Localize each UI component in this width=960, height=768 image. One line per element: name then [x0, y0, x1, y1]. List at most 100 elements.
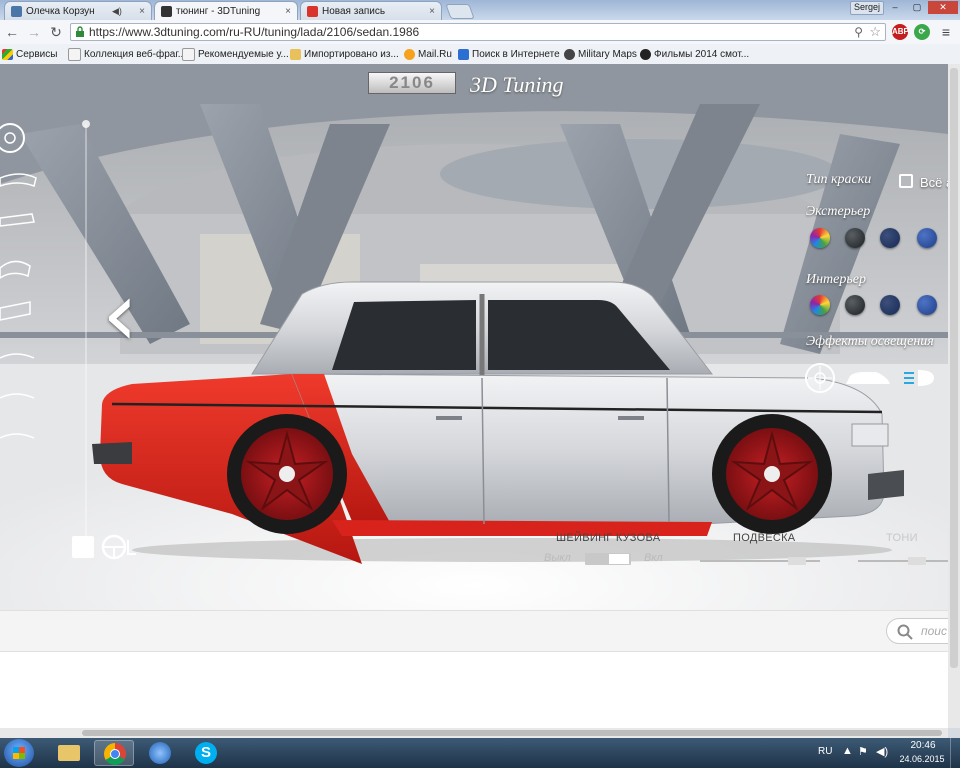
clock-date[interactable]: 24.06.2015: [898, 754, 946, 764]
interior-swatch-navy[interactable]: [880, 295, 900, 315]
tab-olechka[interactable]: Олечка Корзун ◀) ×: [4, 1, 152, 20]
shaving-on-label: Вкл: [644, 552, 663, 564]
profile-name[interactable]: Sergej: [850, 1, 885, 15]
steering-wheel-icon[interactable]: [100, 534, 140, 560]
bookmark-recommended[interactable]: Рекомендуемые у...: [182, 47, 289, 61]
address-bar[interactable]: https://www.3dtuning.com/ru-RU/tuning/la…: [70, 23, 886, 41]
horizontal-scrollbar[interactable]: [0, 728, 948, 738]
adblock-badge: ABP: [892, 27, 909, 36]
page-icon: [182, 47, 195, 61]
adblock-icon[interactable]: ABP: [892, 24, 909, 40]
tab-label: Олечка Корзун: [26, 5, 95, 17]
bookmark-films[interactable]: Фильмы 2014 смот...: [640, 47, 749, 61]
bookmark-star-icon[interactable]: ☆: [869, 24, 881, 40]
post-favicon-icon: [307, 5, 318, 17]
reload-icon[interactable]: ↻: [48, 24, 64, 40]
windows-taskbar: S RU ▲ ⚑ ◀) 20:46 24.06.2015: [0, 738, 960, 768]
close-window-icon[interactable]: ✕: [928, 1, 958, 14]
flag-icon[interactable]: ⚑: [858, 745, 868, 758]
search-icon: [897, 624, 913, 640]
bookmark-imported[interactable]: Импортировано из...: [290, 47, 399, 61]
media-player-taskbar-button[interactable]: [140, 740, 180, 766]
all-checkbox[interactable]: [899, 174, 913, 188]
rim-light-icon[interactable]: [805, 363, 835, 393]
horizontal-scroll-thumb[interactable]: [82, 730, 942, 736]
interior-swatch-blue[interactable]: [917, 295, 937, 315]
lighting-effects-label: Эффекты освещения: [806, 334, 934, 349]
audio-icon: ◀): [111, 5, 122, 16]
volume-icon[interactable]: ◀): [876, 745, 888, 758]
lighting-controls: [805, 363, 934, 393]
tray-expand-icon[interactable]: ▲: [842, 745, 853, 757]
suspension-slider-knob[interactable]: [788, 557, 806, 565]
all-checkbox-label: Всё а: [920, 175, 948, 190]
bookmark-label: Mail.Ru: [418, 48, 452, 60]
exterior-swatch-navy[interactable]: [880, 228, 900, 248]
bumper-part-icon[interactable]: [0, 173, 37, 187]
close-tab-icon[interactable]: ×: [285, 6, 291, 17]
new-tab-button[interactable]: [445, 4, 475, 19]
tint-slider[interactable]: [858, 557, 948, 565]
car-light-icon[interactable]: [846, 372, 890, 384]
chrome-icon: [104, 743, 126, 765]
exterior-swatch-black[interactable]: [845, 228, 865, 248]
spoiler-part-icon[interactable]: [0, 213, 35, 227]
shaving-toggle[interactable]: [585, 553, 631, 565]
camera-view-button[interactable]: [72, 536, 94, 558]
start-button[interactable]: [4, 739, 34, 767]
page-footer-bar: поис: [0, 610, 948, 652]
extension-icon[interactable]: ⟳: [914, 24, 930, 40]
grille-part-icon[interactable]: [0, 301, 31, 321]
wheel-part-icon[interactable]: [0, 123, 25, 153]
menu-icon[interactable]: ≡: [938, 24, 954, 40]
media-player-icon: [149, 742, 171, 764]
clock-time[interactable]: 20:46: [904, 740, 942, 751]
bookmark-label: Поиск в Интернете: [472, 48, 560, 60]
search-placeholder: поис: [921, 624, 947, 638]
folder-icon: [58, 745, 80, 761]
vertical-scroll-thumb[interactable]: [950, 68, 958, 668]
exterior-swatch-blue[interactable]: [917, 228, 937, 248]
bookmark-webslices[interactable]: Коллекция веб-фраг...: [68, 47, 186, 61]
bookmark-label: Фильмы 2014 смот...: [654, 48, 750, 60]
tab-3dtuning[interactable]: тюнинг - 3DTuning ×: [154, 1, 298, 20]
mailru-icon: [404, 48, 415, 60]
show-desktop-button[interactable]: [950, 738, 960, 768]
car-model: [92, 281, 904, 564]
folder-icon: [290, 48, 301, 60]
browser-tab-strip: Олечка Корзун ◀) × тюнинг - 3DTuning × Н…: [0, 0, 960, 20]
forward-icon[interactable]: →: [26, 24, 42, 40]
suspension-slider[interactable]: [700, 557, 820, 565]
maximize-icon[interactable]: ▢: [906, 1, 928, 14]
skype-taskbar-button[interactable]: S: [186, 740, 226, 766]
mirror-part-icon[interactable]: [0, 433, 35, 439]
skirt-part-icon[interactable]: [0, 353, 35, 359]
tab-new-post[interactable]: Новая запись ×: [300, 1, 442, 20]
parts-column: [0, 123, 37, 439]
bookmark-search[interactable]: Поиск в Интернете: [458, 47, 560, 61]
close-tab-icon[interactable]: ×: [139, 6, 145, 17]
trim-part-icon[interactable]: [0, 393, 35, 399]
bookmark-services[interactable]: Сервисы: [2, 47, 57, 61]
language-indicator[interactable]: RU: [818, 746, 832, 757]
3dtuning-favicon-icon: [161, 5, 172, 17]
exterior-swatch-multicolor[interactable]: [810, 228, 830, 248]
search-icon[interactable]: ⚲: [854, 24, 863, 40]
interior-swatch-black[interactable]: [845, 295, 865, 315]
bookmark-mailru[interactable]: Mail.Ru: [404, 47, 452, 61]
explorer-taskbar-button[interactable]: [48, 740, 88, 766]
back-icon[interactable]: ←: [4, 24, 20, 40]
headlight-part-icon[interactable]: [0, 260, 31, 279]
skype-icon: S: [195, 742, 217, 764]
close-tab-icon[interactable]: ×: [429, 6, 435, 17]
minimize-icon[interactable]: –: [884, 1, 906, 14]
search-site-icon: [458, 48, 469, 60]
bookmark-military-maps[interactable]: Military Maps: [564, 47, 637, 61]
bookmark-label: Импортировано из...: [304, 48, 399, 60]
site-search-box[interactable]: поис: [886, 618, 948, 644]
vertical-scrollbar[interactable]: [948, 64, 960, 728]
headlight-toggle-icon[interactable]: [904, 370, 934, 386]
chrome-taskbar-button[interactable]: [94, 740, 134, 766]
interior-swatch-multicolor[interactable]: [810, 295, 830, 315]
tint-slider-knob[interactable]: [908, 557, 926, 565]
